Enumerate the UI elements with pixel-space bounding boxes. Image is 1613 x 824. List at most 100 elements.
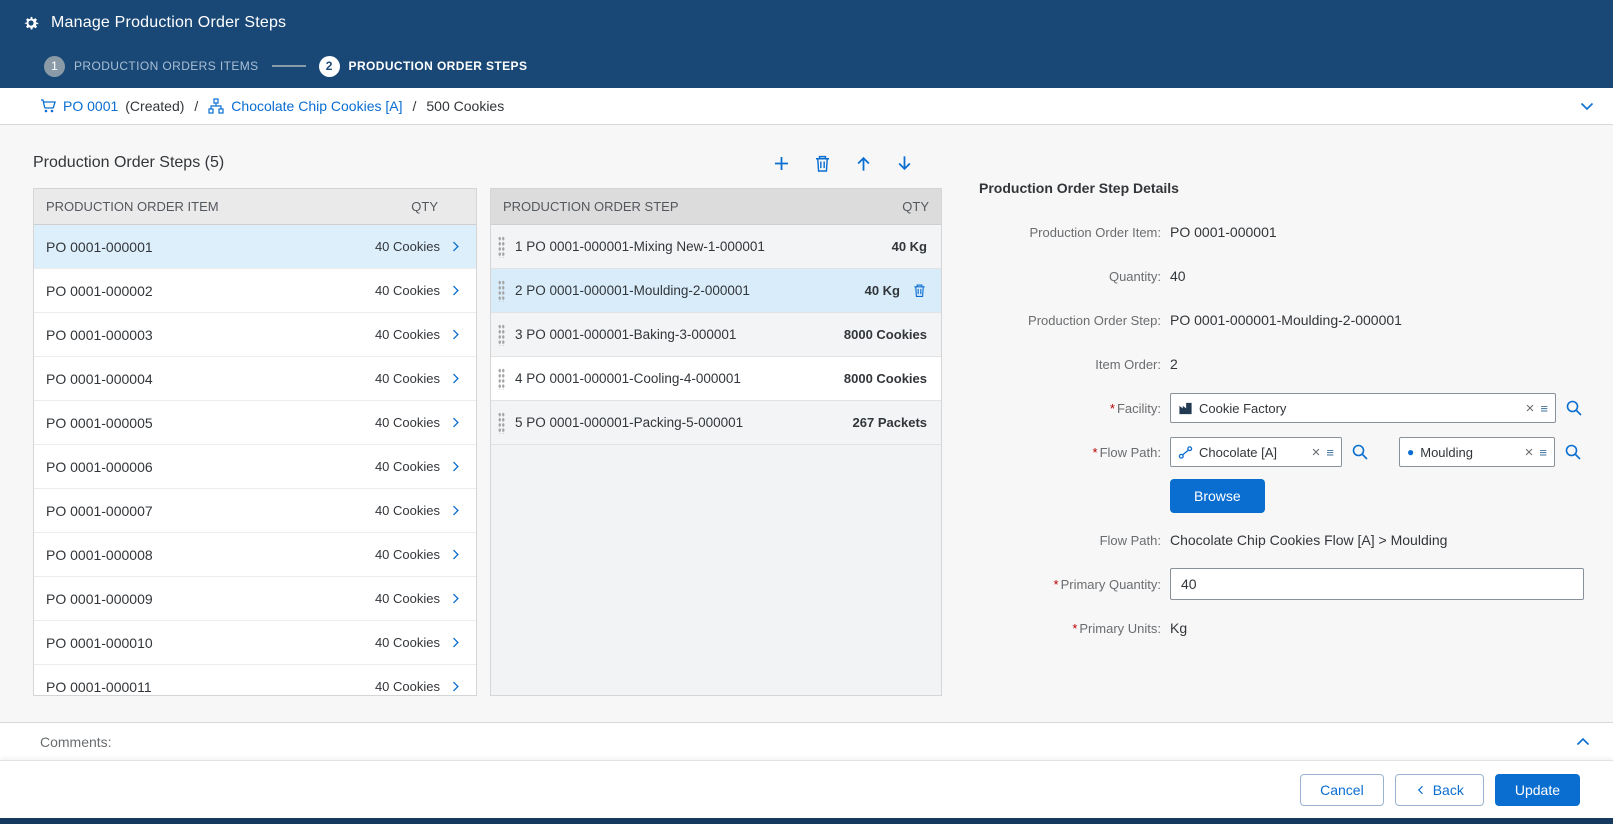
title-row: Manage Production Order Steps: [0, 0, 1613, 46]
chevron-right-icon: [449, 240, 462, 253]
value-help-icon[interactable]: ≡: [1540, 402, 1548, 415]
required-asterisk: *: [1093, 445, 1098, 460]
field-label-flow-path: *Flow Path:: [979, 445, 1161, 460]
item-row[interactable]: PO 0001-000007 40 Cookies: [34, 489, 476, 533]
move-down-icon[interactable]: [895, 154, 914, 173]
clear-icon[interactable]: ×: [1525, 445, 1534, 460]
item-row[interactable]: PO 0001-000004 40 Cookies: [34, 357, 476, 401]
window-bottom-strip: [0, 818, 1613, 824]
clear-icon[interactable]: ×: [1312, 445, 1321, 460]
back-button[interactable]: Back: [1395, 774, 1484, 806]
steps-table-header: PRODUCTION ORDER STEP QTY: [491, 189, 941, 225]
item-id: PO 0001-000001: [46, 239, 153, 255]
field-label-primary-units: *Primary Units:: [979, 621, 1161, 636]
step-name: 2 PO 0001-000001-Moulding-2-000001: [515, 283, 750, 298]
column-header-qty: QTY: [902, 199, 929, 214]
drag-handle-icon[interactable]: [498, 412, 505, 434]
flow-step-search-icon[interactable]: [1564, 443, 1582, 461]
comments-section-header[interactable]: Comments:: [0, 722, 1613, 760]
drag-handle-icon[interactable]: [498, 368, 505, 390]
item-id: PO 0001-000009: [46, 591, 153, 607]
item-id: PO 0001-000004: [46, 371, 153, 387]
column-header-item: PRODUCTION ORDER ITEM: [46, 199, 219, 214]
steps-toolbar: [772, 154, 914, 173]
step-row[interactable]: 2 PO 0001-000001-Moulding-2-00000140 Kg: [491, 269, 941, 313]
field-label-quantity: Quantity:: [979, 269, 1161, 284]
item-id: PO 0001-000007: [46, 503, 153, 519]
items-table-body: PO 0001-00000140 CookiesPO 0001-00000240…: [34, 225, 476, 696]
field-label-item-order: Item Order:: [979, 357, 1161, 372]
item-id: PO 0001-000010: [46, 635, 153, 651]
drag-handle-icon[interactable]: [498, 280, 505, 302]
product-link[interactable]: Chocolate Chip Cookies [A]: [231, 98, 402, 114]
step-row[interactable]: 4 PO 0001-000001-Cooling-4-0000018000 Co…: [491, 357, 941, 401]
step-number: 2: [319, 56, 340, 77]
flow-path-flow-input[interactable]: Chocolate [A] × ≡: [1170, 437, 1342, 467]
step-name: 1 PO 0001-000001-Mixing New-1-000001: [515, 239, 765, 254]
value-help-icon[interactable]: ≡: [1326, 446, 1334, 459]
chevron-right-icon: [449, 636, 462, 649]
update-button[interactable]: Update: [1495, 774, 1580, 806]
drag-handle-icon[interactable]: [498, 236, 505, 258]
item-qty: 40 Cookies: [375, 327, 440, 342]
clear-icon[interactable]: ×: [1526, 401, 1535, 416]
breadcrumb-separator: /: [413, 98, 417, 114]
field-label-primary-quantity: *Primary Quantity:: [979, 577, 1161, 592]
facility-input[interactable]: Cookie Factory × ≡: [1170, 393, 1556, 423]
step-qty: 8000 Cookies: [844, 327, 927, 342]
column-header-step: PRODUCTION ORDER STEP: [503, 199, 679, 214]
item-row[interactable]: PO 0001-00000240 Cookies: [34, 269, 476, 313]
details-title: Production Order Step Details: [979, 180, 1584, 196]
item-id: PO 0001-000002: [46, 283, 153, 299]
step-qty: 8000 Cookies: [844, 371, 927, 386]
item-row[interactable]: PO 0001-00000840 Cookies: [34, 533, 476, 577]
step-bullet-icon: ●: [1407, 446, 1414, 458]
value-flow-path-display: Chocolate Chip Cookies Flow [A] > Mouldi…: [1170, 532, 1447, 548]
steps-panel-title: Production Order Steps (5): [33, 154, 224, 172]
add-step-icon[interactable]: [772, 154, 791, 173]
drag-handle-icon[interactable]: [498, 324, 505, 346]
delete-step-icon[interactable]: [912, 283, 927, 298]
chevron-down-icon[interactable]: [1579, 98, 1595, 114]
flow-step-token: Moulding: [1420, 445, 1518, 460]
flow-search-icon[interactable]: [1351, 443, 1369, 461]
chevron-right-icon: [449, 372, 462, 385]
primary-quantity-input[interactable]: [1170, 568, 1584, 600]
step-row[interactable]: 3 PO 0001-000001-Baking-3-0000018000 Coo…: [491, 313, 941, 357]
item-row[interactable]: PO 0001-00001140 Cookies: [34, 665, 476, 696]
factory-icon: [1178, 401, 1193, 416]
item-row[interactable]: PO 0001-00000940 Cookies: [34, 577, 476, 621]
step-number: 1: [44, 56, 65, 77]
step-label: PRODUCTION ORDERS ITEMS: [74, 59, 259, 73]
facility-search-icon[interactable]: [1565, 399, 1583, 417]
value-help-icon[interactable]: ≡: [1539, 446, 1547, 459]
delete-step-toolbar-icon[interactable]: [813, 154, 832, 173]
order-link[interactable]: PO 0001: [63, 98, 118, 114]
wizard: 1 PRODUCTION ORDERS ITEMS 2 PRODUCTION O…: [0, 46, 1613, 86]
items-table: PRODUCTION ORDER ITEM QTY PO 0001-000001…: [33, 188, 477, 696]
step-row[interactable]: 1 PO 0001-000001-Mixing New-1-00000140 K…: [491, 225, 941, 269]
item-id: PO 0001-000008: [46, 547, 153, 563]
item-row[interactable]: PO 0001-00000340 Cookies: [34, 313, 476, 357]
item-row[interactable]: PO 0001-00000640 Cookies: [34, 445, 476, 489]
item-qty: 40 Cookies: [375, 503, 440, 518]
wizard-connector: [272, 65, 306, 67]
cancel-button[interactable]: Cancel: [1300, 774, 1384, 806]
wizard-step-orders-items[interactable]: 1 PRODUCTION ORDERS ITEMS: [44, 56, 259, 77]
chevron-up-icon[interactable]: [1575, 734, 1591, 750]
step-row[interactable]: 5 PO 0001-000001-Packing-5-000001267 Pac…: [491, 401, 941, 445]
item-row[interactable]: PO 0001-00000540 Cookies: [34, 401, 476, 445]
item-row[interactable]: PO 0001-00001040 Cookies: [34, 621, 476, 665]
order-quantity: 500 Cookies: [426, 98, 504, 114]
flow-path-step-input[interactable]: ● Moulding × ≡: [1399, 437, 1555, 467]
value-primary-units: Kg: [1170, 620, 1187, 636]
item-qty: 40 Cookies: [375, 371, 440, 386]
chevron-right-icon: [449, 504, 462, 517]
item-row[interactable]: PO 0001-00000140 Cookies: [34, 225, 476, 269]
move-up-icon[interactable]: [854, 154, 873, 173]
browse-button[interactable]: Browse: [1170, 479, 1265, 513]
wizard-step-order-steps[interactable]: 2 PRODUCTION ORDER STEPS: [319, 56, 528, 77]
chevron-right-icon: [449, 328, 462, 341]
flow-token: Chocolate [A]: [1199, 445, 1306, 460]
items-table-header: PRODUCTION ORDER ITEM QTY: [34, 189, 476, 225]
